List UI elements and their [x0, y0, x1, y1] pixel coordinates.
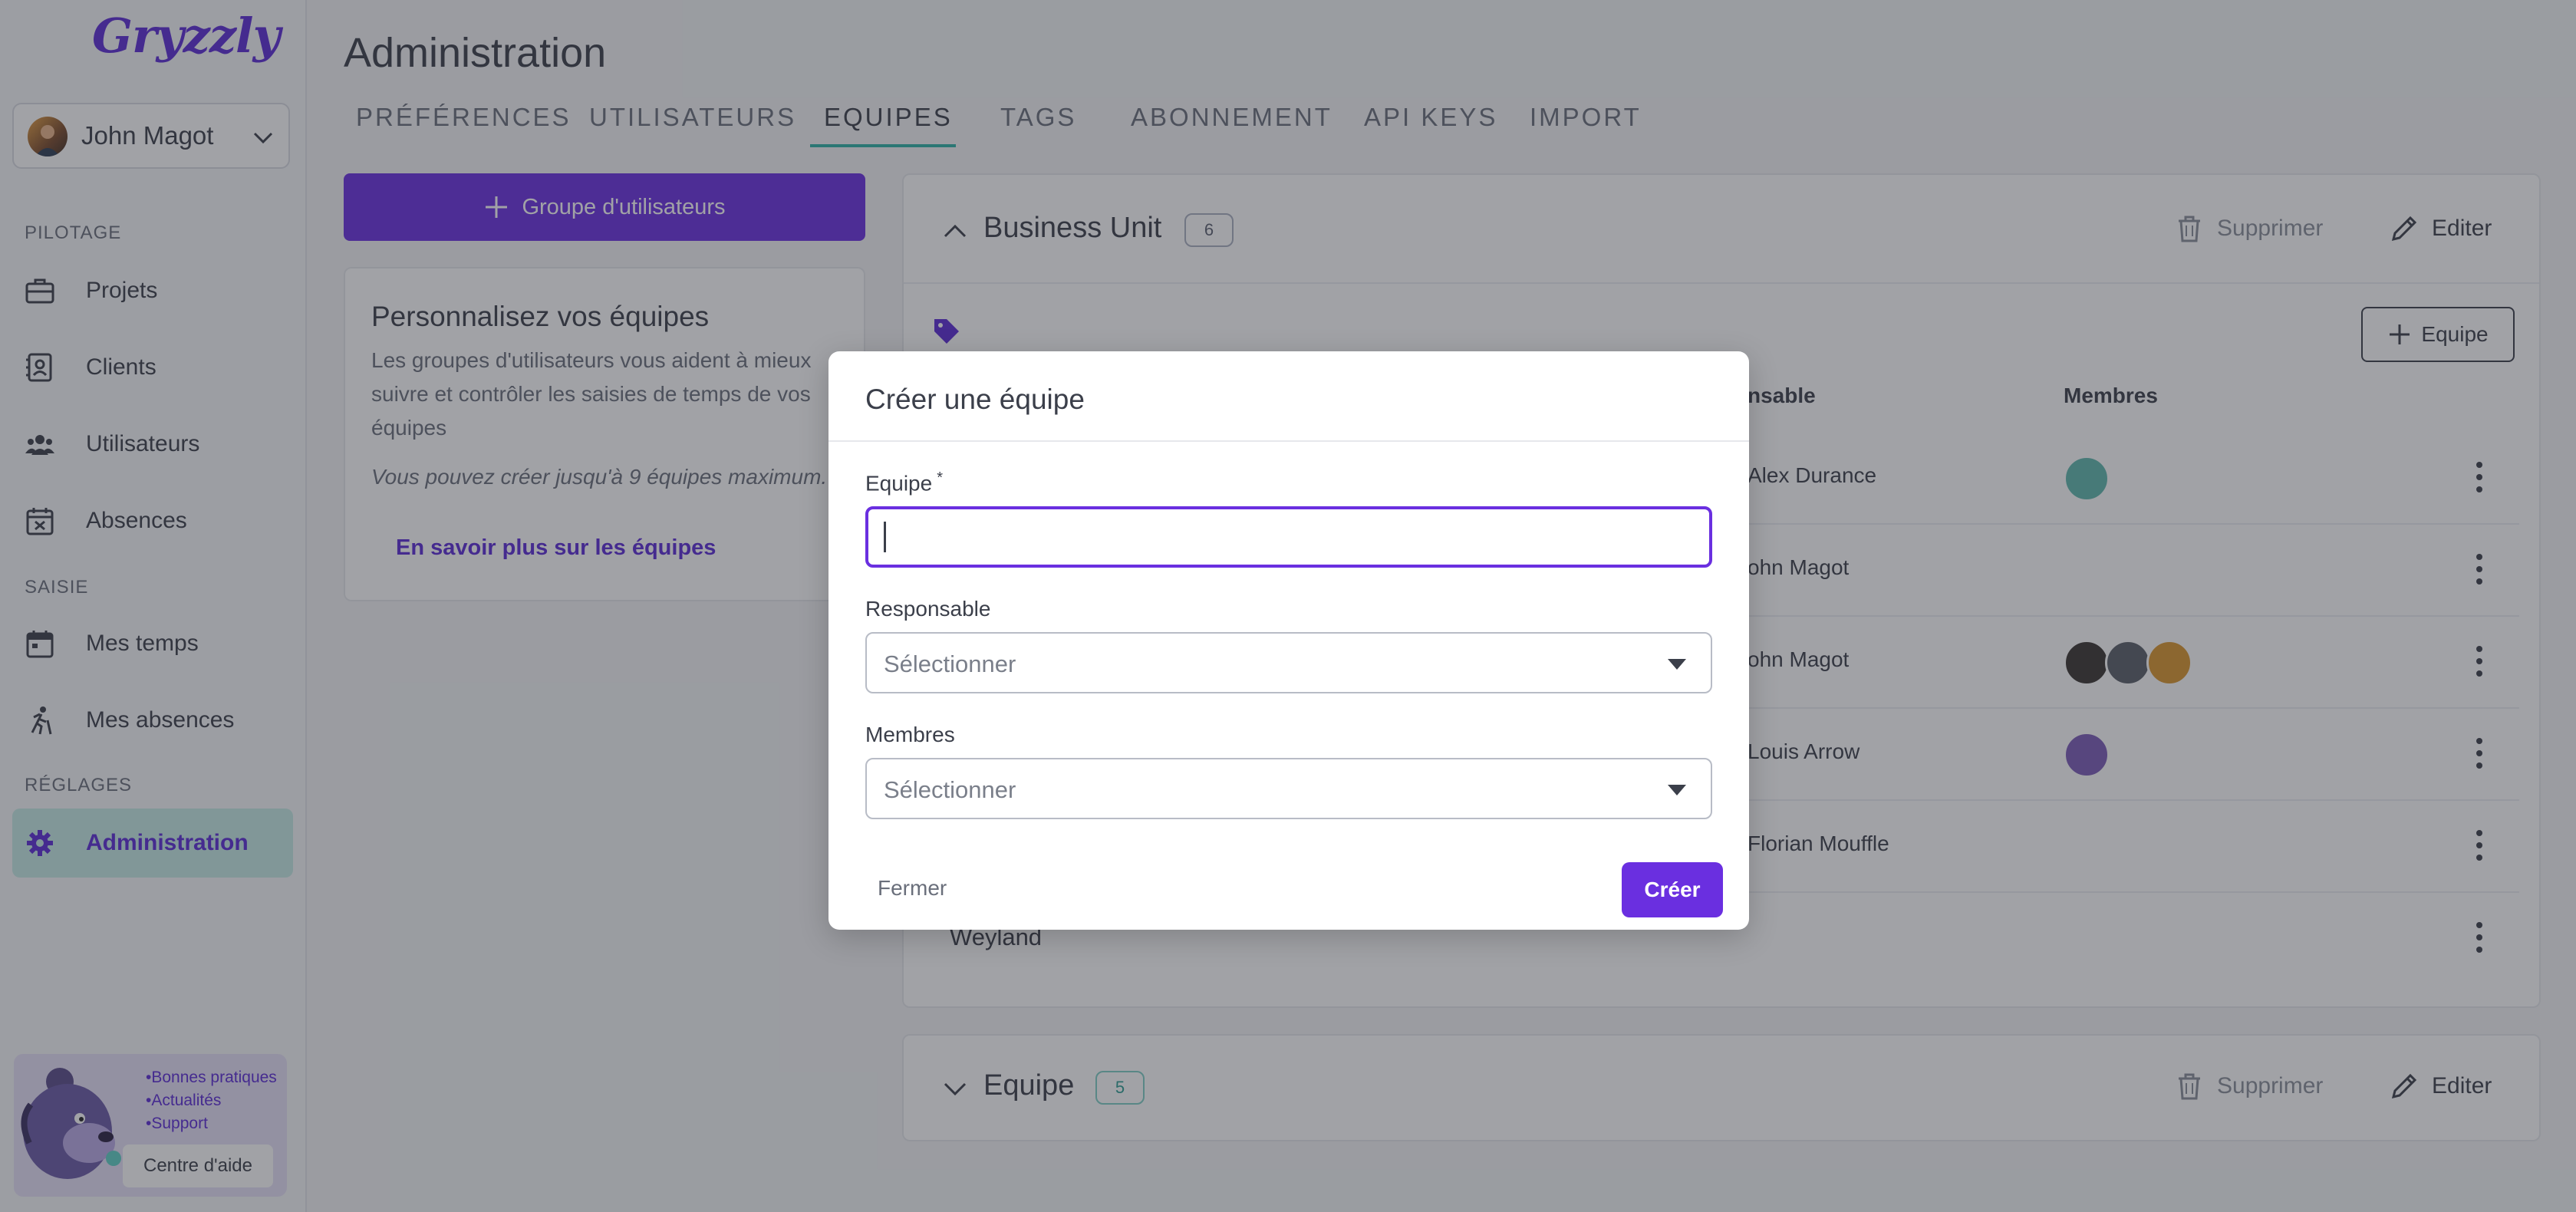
responsable-placeholder: Sélectionner	[884, 650, 1016, 677]
members-select[interactable]: Sélectionner	[865, 758, 1712, 819]
caret-down-icon	[1668, 659, 1686, 670]
create-team-modal: Créer une équipe Equipe * Responsable Sél…	[828, 351, 1749, 930]
team-name-label-text: Equipe	[865, 471, 933, 496]
responsable-label: Responsable	[865, 597, 991, 621]
members-placeholder: Sélectionner	[884, 776, 1016, 803]
modal-header: Créer une équipe	[828, 351, 1749, 442]
required-marker: *	[937, 469, 943, 486]
caret-down-icon	[1668, 785, 1686, 795]
app-root: Gryzzly John Magot PILOTAGE Projets Clie…	[0, 0, 2576, 1212]
close-button[interactable]: Fermer	[878, 876, 947, 901]
team-name-label: Equipe *	[865, 469, 943, 496]
responsable-select[interactable]: Sélectionner	[865, 632, 1712, 693]
team-name-input[interactable]	[865, 506, 1712, 568]
modal-title: Créer une équipe	[865, 384, 1085, 415]
text-cursor	[884, 522, 886, 552]
create-button[interactable]: Créer	[1622, 862, 1723, 917]
members-label: Membres	[865, 723, 955, 746]
